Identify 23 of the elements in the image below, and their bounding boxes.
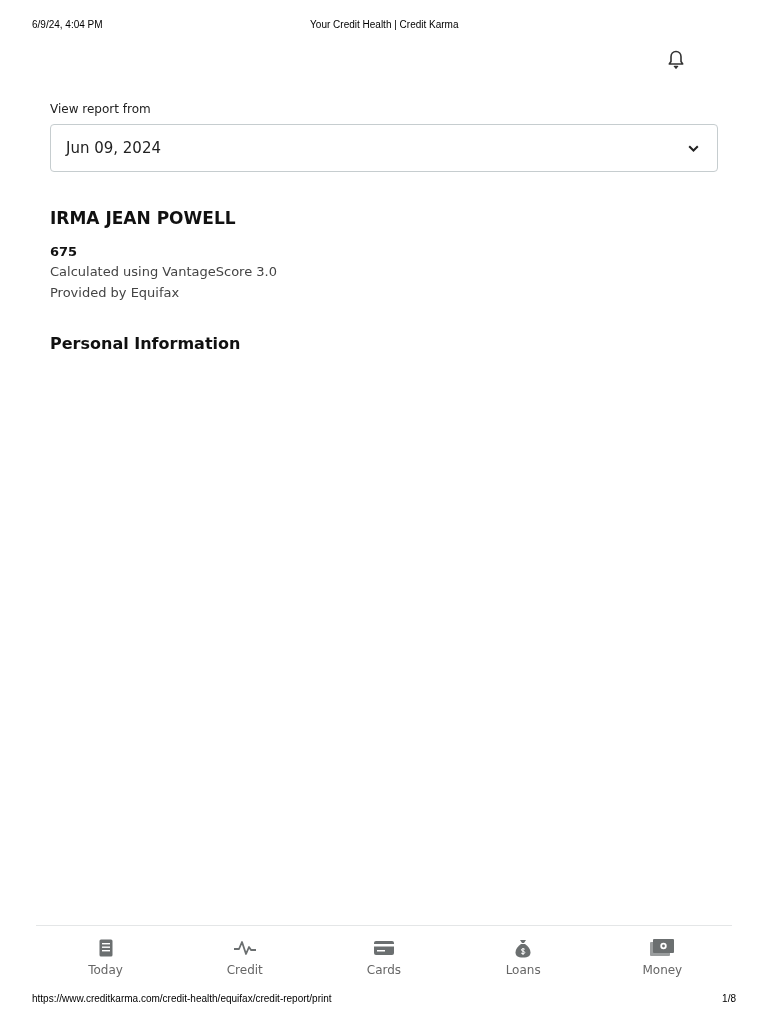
- nav-tab[interactable]: Credit: [194, 938, 295, 979]
- page-url: https://www.creditkarma.com/credit-health/equifax/credit-report/print: [32, 992, 332, 1006]
- banknote-icon: [650, 939, 675, 957]
- score-model-text: Calculated using VantageScore 3.0: [50, 262, 278, 281]
- notification-bell-icon[interactable]: [668, 50, 684, 70]
- field-label: View report from: [50, 101, 152, 118]
- credit-score: 675: [50, 242, 79, 261]
- nav-tab[interactable]: Today: [55, 938, 156, 979]
- section-heading: Personal Information: [50, 332, 242, 355]
- nav-tab[interactable]: Money: [612, 938, 713, 979]
- money-bag-icon: [515, 938, 532, 958]
- document-icon: [98, 939, 113, 957]
- person-name: IRMA JEAN POWELL: [50, 207, 237, 230]
- provider-text: Provided by Equifax: [50, 283, 181, 302]
- chevron-icon: [688, 144, 699, 152]
- nav-tab[interactable]: Loans: [473, 938, 574, 979]
- print-date: 6/9/24, 4:04 PM: [32, 18, 103, 32]
- page-title: Your Credit Health | Credit Karma: [310, 19, 459, 30]
- pulse-icon: [232, 940, 257, 956]
- date-dropdown[interactable]: Jun 09, 2024: [50, 124, 718, 172]
- page-number: 1/8: [722, 992, 736, 1006]
- card-icon: [373, 941, 394, 955]
- nav-tab[interactable]: Cards: [333, 938, 434, 979]
